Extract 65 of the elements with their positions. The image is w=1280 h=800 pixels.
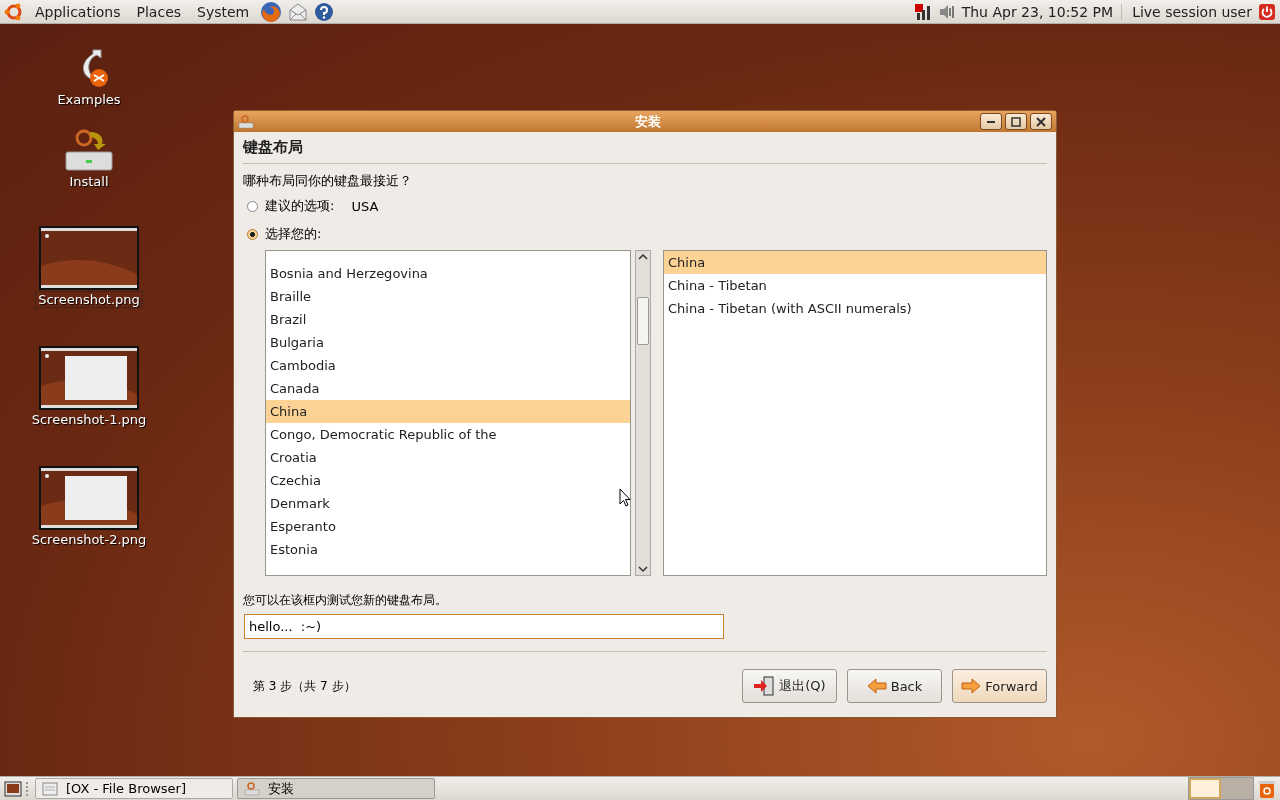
show-desktop-icon[interactable] — [4, 780, 22, 797]
desktop-icon-label[interactable]: Examples — [55, 92, 123, 107]
session-user[interactable]: Live session user — [1128, 3, 1252, 20]
list-item[interactable]: Canada — [266, 377, 631, 400]
desktop-icon-label[interactable]: Screenshot-1.png — [29, 412, 149, 427]
option-label[interactable]: 建议的选项: — [265, 197, 335, 215]
back-button[interactable]: Back — [847, 669, 942, 703]
trash-icon[interactable] — [1258, 778, 1276, 799]
browser-icon[interactable] — [260, 0, 283, 23]
close-button[interactable] — [1030, 113, 1052, 130]
close-icon — [1036, 116, 1046, 127]
input-field[interactable]: hello... :~) — [244, 614, 724, 639]
list-item[interactable]: Braille — [266, 285, 631, 308]
list-item[interactable]: China - Tibetan — [664, 274, 1046, 297]
taskbar-button[interactable]: 安装 — [237, 778, 435, 799]
page-heading: 键盘布局 — [243, 138, 304, 158]
right-arrow-icon — [961, 678, 982, 694]
left-arrow-icon — [866, 678, 887, 694]
step-indicator: 第 3 步（共 7 步） — [252, 677, 356, 695]
forward-button[interactable]: Forward — [952, 669, 1047, 703]
desktop-icon-label[interactable]: Install — [67, 174, 111, 189]
panel-clock[interactable]: Thu Apr 23, 10:52 PM — [961, 3, 1123, 20]
list-item[interactable]: Bosnia and Herzegovina — [266, 262, 631, 285]
workspace-switcher[interactable] — [1188, 777, 1254, 800]
list-item[interactable]: Congo, Democratic Republic of the — [266, 423, 631, 446]
list-item[interactable]: Cambodia — [266, 354, 631, 377]
test-field-label: 您可以在该框内测试您新的键盘布局。 — [243, 592, 448, 609]
maximize-button[interactable] — [1005, 113, 1027, 130]
option-label[interactable]: 选择您的: — [265, 225, 322, 243]
question-text: 哪种布局同你的键盘最接近？ — [243, 172, 413, 190]
list-item[interactable]: China — [664, 251, 1046, 274]
help-icon[interactable] — [314, 1, 335, 22]
window-title: 安装 — [634, 112, 662, 131]
desktop-icon-label[interactable]: Screenshot-2.png — [29, 532, 149, 547]
panel-menu[interactable]: Places — [131, 3, 187, 20]
list-item[interactable]: China — [266, 400, 631, 423]
radio-button[interactable] — [247, 228, 258, 240]
list-item[interactable]: Croatia — [266, 446, 631, 469]
network-icon[interactable] — [913, 2, 932, 21]
install-icon — [238, 114, 254, 129]
file-browser-icon — [42, 781, 58, 796]
maximize-icon — [1011, 116, 1021, 127]
scroll-down-icon[interactable] — [636, 563, 651, 575]
scrollbar[interactable] — [635, 250, 652, 576]
scrollbar-thumb[interactable] — [637, 297, 650, 345]
desktop-icon-label[interactable]: Screenshot.png — [36, 292, 142, 307]
exit-door-icon — [753, 675, 776, 697]
list-item[interactable]: China - Tibetan (with ASCII numerals) — [664, 297, 1046, 320]
radio-button[interactable] — [247, 200, 258, 212]
list-item[interactable]: Bulgaria — [266, 331, 631, 354]
option-value: USA — [351, 198, 379, 214]
install-icon — [244, 781, 260, 796]
list-item[interactable]: Esperanto — [266, 515, 631, 538]
taskbar-button[interactable]: [OX - File Browser] — [35, 778, 233, 799]
minimize-button[interactable] — [980, 113, 1002, 130]
panel-menu[interactable]: System — [192, 3, 255, 20]
list-item[interactable]: Estonia — [266, 538, 631, 561]
minimize-icon — [987, 120, 995, 123]
quit-button[interactable]: 退出(Q) — [742, 669, 837, 703]
mail-icon[interactable] — [288, 1, 309, 22]
list-item[interactable]: Czechia — [266, 469, 631, 492]
ubuntu-logo-icon[interactable] — [4, 1, 24, 22]
panel-menu[interactable]: Applications — [30, 3, 126, 20]
list-item[interactable]: Brazil — [266, 308, 631, 331]
power-icon[interactable] — [1258, 2, 1276, 21]
